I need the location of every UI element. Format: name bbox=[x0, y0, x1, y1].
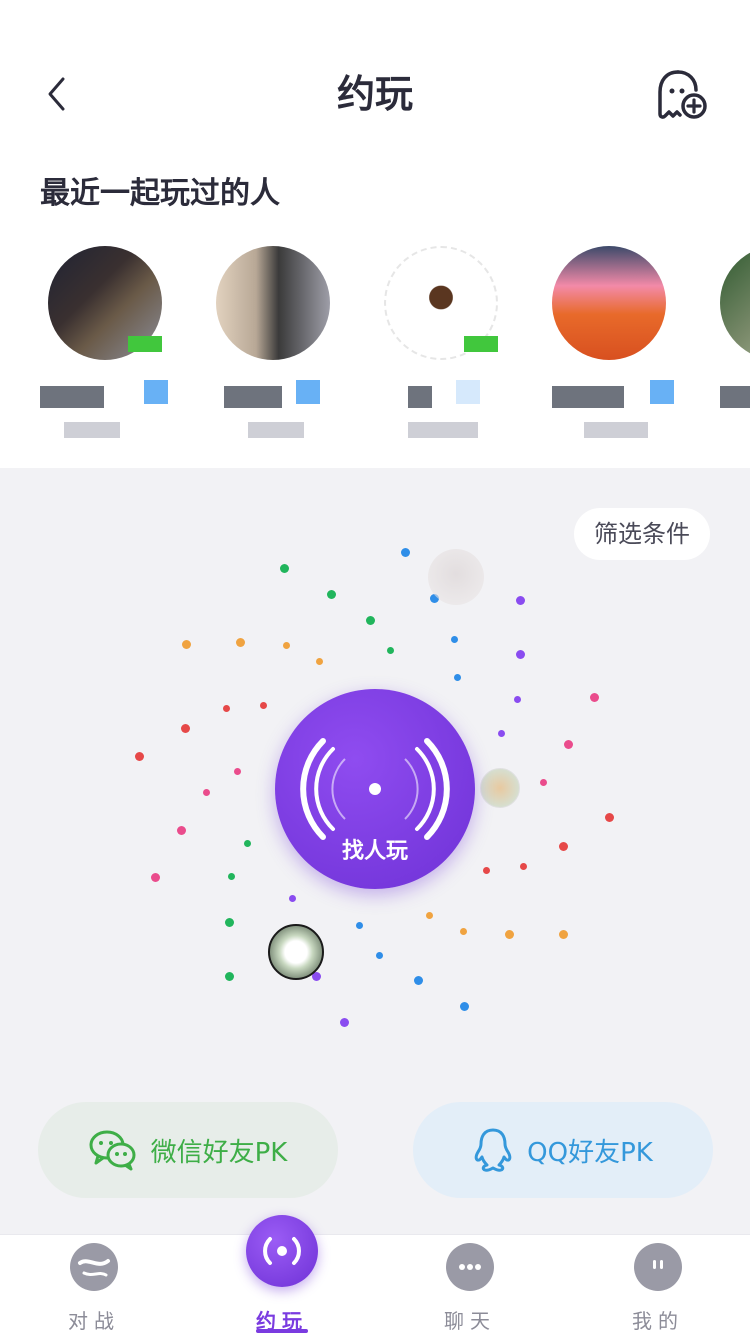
tab-profile[interactable]: 我的 bbox=[564, 1235, 750, 1334]
profile-icon bbox=[634, 1243, 682, 1291]
radar-dot bbox=[316, 658, 323, 665]
radar-dot bbox=[151, 873, 160, 882]
radar-dot bbox=[181, 724, 190, 733]
add-friend-button[interactable] bbox=[656, 68, 708, 122]
wechat-pk-label: 微信好友PK bbox=[150, 1137, 288, 1168]
online-indicator bbox=[464, 336, 498, 352]
avatar bbox=[552, 246, 666, 360]
qq-pk-label: QQ好友PK bbox=[527, 1137, 653, 1168]
radar-dot bbox=[426, 912, 433, 919]
radar-dot bbox=[289, 895, 296, 902]
wechat-pk-button[interactable]: 微信好友PK bbox=[38, 1102, 338, 1198]
qq-pk-button[interactable]: QQ好友PK bbox=[413, 1102, 713, 1198]
radar-dot bbox=[520, 863, 527, 870]
radar-dot bbox=[225, 918, 234, 927]
qq-icon bbox=[474, 1128, 512, 1172]
radar-dot bbox=[182, 640, 191, 649]
player-name-redacted bbox=[552, 386, 624, 408]
radar-dot bbox=[177, 826, 186, 835]
battle-icon bbox=[70, 1243, 118, 1291]
nearby-player-avatar[interactable] bbox=[268, 924, 324, 980]
radar-dot bbox=[340, 1018, 349, 1027]
radar-dot bbox=[483, 867, 490, 874]
recent-player[interactable] bbox=[366, 244, 516, 444]
radar-dot bbox=[280, 564, 289, 573]
radar-dot bbox=[244, 840, 251, 847]
radar-dot bbox=[356, 922, 363, 929]
nearby-player-avatar[interactable] bbox=[428, 549, 484, 605]
radar-dot bbox=[564, 740, 573, 749]
radar-dot bbox=[228, 873, 235, 880]
radar-dot bbox=[234, 768, 241, 775]
radar-dot bbox=[460, 1002, 469, 1011]
player-info-redacted bbox=[64, 422, 120, 438]
player-info-redacted bbox=[584, 422, 648, 438]
recent-section-title: 最近一起玩过的人 bbox=[40, 176, 280, 211]
tab-play[interactable]: 约玩 bbox=[188, 1215, 376, 1334]
tab-label: 聊天 bbox=[444, 1309, 496, 1333]
radar-dot bbox=[540, 779, 547, 786]
level-badge bbox=[296, 380, 320, 404]
player-info-redacted bbox=[408, 422, 478, 438]
radar-dot bbox=[505, 930, 514, 939]
radar-dot bbox=[514, 696, 521, 703]
radar-dot bbox=[401, 548, 410, 557]
radar-dot bbox=[387, 647, 394, 654]
radar-dot bbox=[498, 730, 505, 737]
radar-icon bbox=[246, 1215, 318, 1287]
level-badge bbox=[456, 380, 480, 404]
tab-label: 我的 bbox=[632, 1309, 684, 1333]
radar-dot bbox=[516, 596, 525, 605]
radar-dot bbox=[327, 590, 336, 599]
player-name-redacted bbox=[40, 386, 104, 408]
radar-dot bbox=[460, 928, 467, 935]
recent-player-list bbox=[0, 244, 750, 444]
tab-label: 对战 bbox=[68, 1309, 120, 1333]
online-indicator bbox=[128, 336, 162, 352]
radar-dot bbox=[260, 702, 267, 709]
chat-icon bbox=[446, 1243, 494, 1291]
radar-dot bbox=[414, 976, 423, 985]
bottom-tab-bar: 对战 约玩 聊天 我的 bbox=[0, 1215, 750, 1334]
radar-dot bbox=[559, 930, 568, 939]
wechat-icon bbox=[89, 1130, 136, 1171]
radar-dot bbox=[135, 752, 144, 761]
radar-dot bbox=[366, 616, 375, 625]
radar-dot bbox=[451, 636, 458, 643]
radar-dot bbox=[590, 693, 599, 702]
radar-dot bbox=[559, 842, 568, 851]
radar-dot bbox=[516, 650, 525, 659]
level-badge bbox=[650, 380, 674, 404]
tab-battle[interactable]: 对战 bbox=[0, 1235, 188, 1334]
radar-dot bbox=[203, 789, 210, 796]
avatar bbox=[720, 246, 750, 360]
page-title: 约玩 bbox=[336, 72, 413, 116]
tab-active-underline bbox=[256, 1329, 308, 1333]
radar-dot bbox=[605, 813, 614, 822]
radar-dot bbox=[223, 705, 230, 712]
nearby-player-avatar[interactable] bbox=[480, 768, 520, 808]
radar-dot bbox=[454, 674, 461, 681]
level-badge bbox=[144, 380, 168, 404]
player-info-redacted bbox=[248, 422, 304, 438]
recent-player[interactable] bbox=[198, 244, 348, 444]
recent-player[interactable] bbox=[534, 244, 684, 444]
radar-dot bbox=[225, 972, 234, 981]
recent-player[interactable] bbox=[702, 244, 750, 444]
find-people-label: 找人玩 bbox=[341, 839, 408, 864]
find-people-button[interactable]: 找人玩 bbox=[275, 689, 475, 889]
add-friend-icon bbox=[658, 70, 707, 119]
player-name-redacted bbox=[224, 386, 282, 408]
top-section: 约玩 最近一起玩过的人 bbox=[0, 0, 750, 468]
radar-dot bbox=[236, 638, 245, 647]
player-name-redacted bbox=[720, 386, 750, 408]
recent-player[interactable] bbox=[30, 244, 180, 444]
tab-chat[interactable]: 聊天 bbox=[376, 1235, 564, 1334]
radar-dot bbox=[283, 642, 290, 649]
radar-dot bbox=[376, 952, 383, 959]
avatar bbox=[216, 246, 330, 360]
player-name-redacted bbox=[408, 386, 432, 408]
